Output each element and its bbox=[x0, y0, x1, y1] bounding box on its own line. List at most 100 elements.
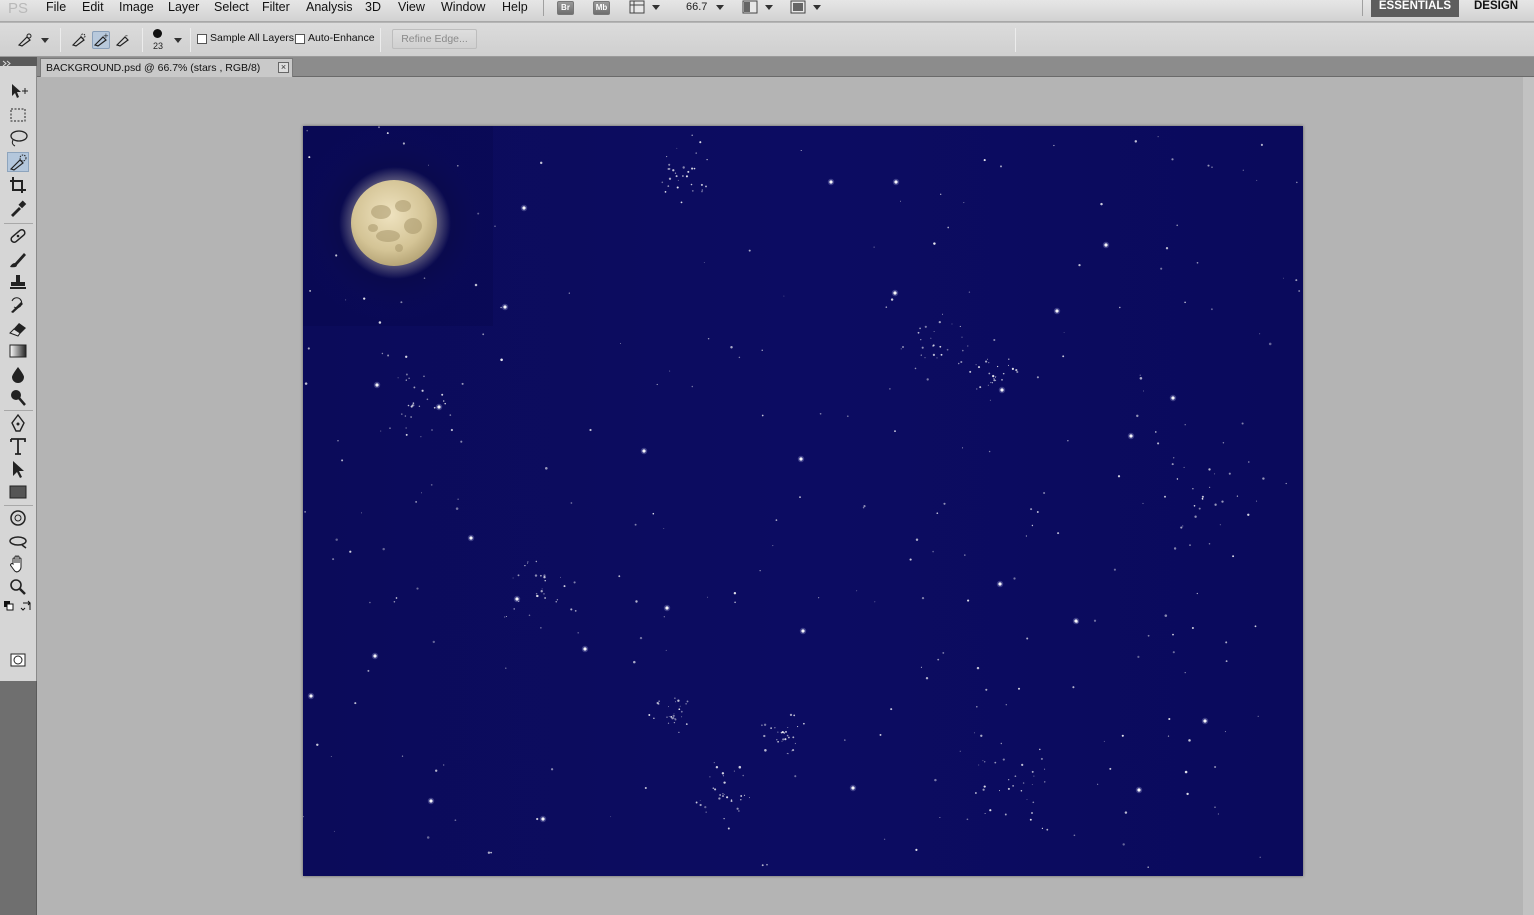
star bbox=[963, 202, 965, 204]
history-brush-tool-icon[interactable] bbox=[7, 295, 29, 315]
star bbox=[1236, 495, 1238, 497]
zoom-dropdown-icon[interactable] bbox=[716, 5, 724, 10]
eyedropper-tool-icon[interactable] bbox=[7, 198, 29, 218]
brush-picker-dropdown-icon[interactable] bbox=[174, 38, 182, 43]
star bbox=[456, 164, 459, 167]
3d-rotate-tool-icon[interactable] bbox=[7, 508, 29, 528]
crop-tool-icon[interactable] bbox=[7, 175, 29, 195]
vertical-scrollbar[interactable] bbox=[1523, 77, 1534, 915]
star bbox=[665, 649, 667, 651]
menu-analysis[interactable]: Analysis bbox=[306, 0, 353, 16]
type-tool-icon[interactable] bbox=[7, 436, 29, 456]
star bbox=[1208, 486, 1211, 489]
clone-stamp-tool-icon[interactable] bbox=[7, 272, 29, 292]
menu-help[interactable]: Help bbox=[502, 0, 528, 16]
tool-preset-dropdown-icon[interactable] bbox=[41, 38, 49, 43]
marquee-tool-icon[interactable] bbox=[7, 105, 29, 125]
eraser-tool-icon[interactable] bbox=[7, 318, 29, 338]
arrange-dropdown-icon[interactable] bbox=[765, 5, 773, 10]
star bbox=[1208, 468, 1211, 471]
new-selection-brush-icon[interactable] bbox=[70, 31, 88, 49]
star bbox=[799, 457, 803, 461]
star bbox=[1168, 717, 1171, 721]
star bbox=[715, 766, 719, 769]
star bbox=[426, 836, 430, 839]
star bbox=[685, 175, 689, 178]
star bbox=[709, 776, 711, 778]
hand-tool-icon[interactable] bbox=[7, 554, 29, 574]
workspace-essentials-button[interactable]: ESSENTIALS bbox=[1371, 0, 1459, 17]
quick-mask-icon[interactable] bbox=[7, 650, 29, 670]
refine-edge-button[interactable]: Refine Edge... bbox=[392, 29, 477, 49]
star bbox=[939, 817, 941, 819]
menu-3d[interactable]: 3D bbox=[365, 0, 381, 16]
star bbox=[740, 795, 743, 797]
star bbox=[1093, 619, 1097, 622]
star bbox=[674, 172, 677, 174]
tools-panel-empty-area bbox=[0, 681, 37, 915]
pen-tool-icon[interactable] bbox=[7, 413, 29, 433]
blur-tool-icon[interactable] bbox=[7, 364, 29, 384]
workspace-design-button[interactable]: DESIGN bbox=[1474, 0, 1518, 13]
star bbox=[993, 338, 996, 342]
view-extras-dropdown-icon[interactable] bbox=[652, 5, 660, 10]
star bbox=[707, 596, 708, 598]
dodge-tool-icon[interactable] bbox=[7, 387, 29, 407]
star bbox=[375, 383, 379, 387]
sample-all-layers-checkbox[interactable] bbox=[197, 34, 207, 44]
star bbox=[695, 152, 697, 154]
star bbox=[721, 795, 725, 798]
screen-mode-dropdown-icon[interactable] bbox=[813, 5, 821, 10]
zoom-level[interactable]: 66.7 bbox=[686, 0, 707, 14]
options-separator bbox=[380, 28, 381, 52]
menu-filter[interactable]: Filter bbox=[262, 0, 290, 16]
star bbox=[919, 327, 921, 330]
screen-mode-icon[interactable] bbox=[790, 0, 806, 14]
star bbox=[989, 399, 991, 401]
star bbox=[733, 770, 735, 772]
menu-view[interactable]: View bbox=[398, 0, 425, 16]
subtract-from-selection-brush-icon[interactable]: - bbox=[114, 31, 132, 49]
star bbox=[469, 536, 473, 540]
tool-preset-picker-icon[interactable] bbox=[16, 31, 34, 49]
rectangle-tool-icon[interactable] bbox=[7, 482, 29, 502]
default-colors-icon[interactable] bbox=[3, 600, 17, 612]
menu-layer[interactable]: Layer bbox=[168, 0, 199, 16]
moon bbox=[351, 180, 437, 266]
zoom-tool-icon[interactable] bbox=[7, 577, 29, 597]
close-document-icon[interactable]: × bbox=[278, 62, 289, 73]
star bbox=[341, 459, 344, 462]
star bbox=[700, 183, 703, 186]
quick-selection-tool-icon[interactable] bbox=[7, 152, 29, 172]
bridge-button[interactable]: Br bbox=[557, 1, 574, 15]
healing-brush-tool-icon[interactable] bbox=[7, 226, 29, 246]
star bbox=[982, 760, 984, 762]
auto-enhance-checkbox[interactable] bbox=[295, 34, 305, 44]
menu-edit[interactable]: Edit bbox=[82, 0, 104, 16]
brush-tool-icon[interactable] bbox=[7, 249, 29, 269]
menu-window[interactable]: Window bbox=[441, 0, 485, 16]
document-tab[interactable]: BACKGROUND.psd @ 66.7% (stars , RGB/8) × bbox=[40, 58, 293, 77]
add-to-selection-brush-icon[interactable]: + bbox=[92, 31, 110, 49]
arrange-documents-icon[interactable] bbox=[742, 0, 758, 14]
star bbox=[1198, 507, 1201, 510]
path-selection-tool-icon[interactable] bbox=[7, 459, 29, 479]
menu-select[interactable]: Select bbox=[214, 0, 249, 16]
swap-colors-icon[interactable] bbox=[20, 600, 34, 612]
star bbox=[642, 449, 646, 453]
star bbox=[543, 574, 546, 577]
move-tool-icon[interactable] bbox=[7, 81, 29, 101]
gradient-tool-icon[interactable] bbox=[7, 341, 29, 361]
3d-orbit-tool-icon[interactable] bbox=[7, 531, 29, 551]
document-canvas[interactable] bbox=[303, 126, 1303, 876]
star bbox=[393, 600, 396, 603]
menu-file[interactable]: File bbox=[46, 0, 66, 16]
star bbox=[1005, 704, 1007, 706]
menu-image[interactable]: Image bbox=[119, 0, 154, 16]
star bbox=[1221, 500, 1224, 503]
mini-bridge-button[interactable]: Mb bbox=[593, 1, 610, 15]
tools-panel-header[interactable] bbox=[0, 57, 37, 67]
lasso-tool-icon[interactable] bbox=[7, 128, 29, 148]
view-extras-icon[interactable] bbox=[629, 0, 645, 14]
brush-preview-icon[interactable] bbox=[153, 29, 162, 38]
